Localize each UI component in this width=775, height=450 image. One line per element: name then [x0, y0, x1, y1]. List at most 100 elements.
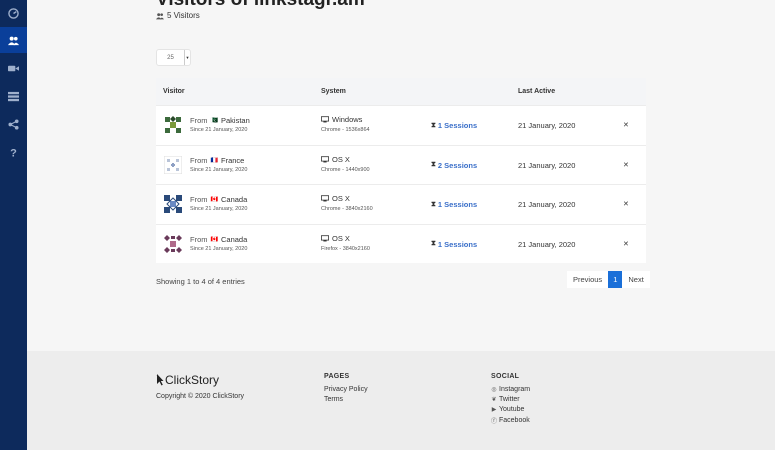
- visitors-count-label: 5 Visitors: [167, 11, 200, 20]
- pagination: Previous 1 Next: [567, 271, 650, 288]
- country-label: Canada: [220, 234, 248, 244]
- sidebar-item-recordings[interactable]: [0, 55, 27, 81]
- from-label: From: [190, 116, 208, 125]
- footer-link-terms[interactable]: Terms: [324, 396, 343, 403]
- brand-logo[interactable]: ClickStory: [156, 373, 219, 387]
- avatar: [164, 234, 182, 253]
- hourglass-icon: ⧗: [431, 240, 436, 247]
- cursor-icon: [156, 374, 164, 386]
- os-label: OS X: [332, 194, 350, 203]
- avatar: [164, 116, 182, 134]
- os-label: OS X: [332, 233, 350, 243]
- page-length-select[interactable]: 25 ▼: [156, 49, 191, 66]
- visitors-count: 5 Visitors: [156, 11, 200, 20]
- users-icon: [156, 12, 164, 19]
- monitor-icon: [321, 234, 329, 241]
- os-label: Windows: [332, 115, 363, 124]
- browser-resolution: Firefox - 3840x2160: [321, 245, 370, 252]
- hourglass-icon: ⧗: [431, 161, 436, 168]
- footer-link-label: Twitter: [499, 396, 520, 403]
- footer-link-privacy-policy[interactable]: Privacy Policy: [324, 386, 368, 393]
- list-icon: [8, 91, 19, 101]
- sessions-link[interactable]: ⧗ 1 Sessions: [431, 200, 477, 209]
- footer-link-label: Instagram: [499, 386, 531, 393]
- svg-text:?: ?: [10, 147, 17, 157]
- sidebar-item-dashboard[interactable]: [0, 0, 27, 26]
- help-icon: ?: [10, 147, 17, 157]
- pagination-previous[interactable]: Previous: [567, 271, 609, 288]
- country-label: Pakistan: [220, 116, 250, 125]
- footer-pages-heading: PAGES: [324, 373, 350, 380]
- video-icon: [8, 65, 19, 71]
- page-title: Visitors of linkstagr.am: [156, 0, 365, 11]
- since-date: Since 21 January, 2020: [190, 127, 248, 133]
- pagination-page[interactable]: 1: [608, 271, 623, 288]
- monitor-icon: [321, 195, 329, 202]
- hourglass-icon: ⧗: [431, 121, 436, 129]
- avatar: [164, 195, 182, 213]
- close-icon[interactable]: ✕: [623, 121, 629, 129]
- footer-link-twitter[interactable]: ❦ Twitter: [491, 396, 520, 403]
- facebook-icon: ⓕ: [491, 419, 498, 425]
- last-active-date: 21 January, 2020: [518, 121, 576, 130]
- column-header-visitor[interactable]: Visitor: [163, 88, 185, 95]
- visitors-table: Visitor System Last Active From 🇵🇰 Pakis…: [156, 78, 646, 263]
- browser-resolution: Chrome - 3840x2160: [321, 206, 373, 212]
- close-icon[interactable]: ✕: [623, 200, 629, 208]
- from-label: From: [190, 195, 208, 204]
- sessions-label: 1 Sessions: [437, 121, 478, 130]
- since-date: Since 21 January, 2020: [190, 166, 248, 173]
- flag-icon: 🇨🇦: [210, 236, 218, 243]
- table-row: From 🇵🇰 Pakistan Since 21 January, 2020 …: [156, 105, 646, 145]
- column-header-last-active[interactable]: Last Active: [518, 88, 555, 95]
- share-icon: [8, 118, 19, 130]
- sidebar-item-visitors[interactable]: [0, 27, 27, 53]
- browser-resolution: Chrome - 1440x900: [321, 166, 370, 173]
- table-info: Showing 1 to 4 of 4 entries: [156, 277, 245, 286]
- last-active-date: 21 January, 2020: [518, 200, 576, 209]
- sessions-link[interactable]: ⧗ 2 Sessions: [431, 161, 477, 170]
- since-date: Since 21 January, 2020: [190, 206, 248, 212]
- os-label: OS X: [332, 154, 350, 164]
- footer-link-youtube[interactable]: ▶ Youtube: [491, 406, 525, 413]
- since-date: Since 21 January, 2020: [190, 245, 248, 252]
- sessions-label: 1 Sessions: [437, 200, 478, 209]
- from-label: From: [190, 234, 208, 244]
- instagram-icon: ◎: [491, 387, 497, 393]
- footer-link-facebook[interactable]: ⓕ Facebook: [491, 416, 530, 425]
- sidebar-item-help[interactable]: ?: [0, 139, 27, 165]
- last-active-date: 21 January, 2020: [518, 239, 576, 249]
- country-label: Canada: [220, 195, 248, 204]
- sessions-link[interactable]: ⧗ 1 Sessions: [431, 121, 477, 130]
- footer-social-heading: SOCIAL: [491, 373, 520, 380]
- table-row: From 🇨🇦 Canada Since 21 January, 2020 OS…: [156, 184, 646, 224]
- flag-icon: 🇵🇰: [210, 118, 218, 124]
- sessions-label: 1 Sessions: [437, 239, 478, 249]
- table-header: Visitor System Last Active: [156, 78, 646, 105]
- brand-name: ClickStory: [165, 373, 220, 387]
- sidebar-item-list[interactable]: [0, 83, 27, 109]
- sidebar: ?: [0, 0, 27, 450]
- footer-link-instagram[interactable]: ◎ Instagram: [491, 386, 530, 393]
- footer-link-label: Facebook: [499, 417, 530, 424]
- monitor-icon: [321, 116, 329, 123]
- hourglass-icon: ⧗: [431, 200, 436, 208]
- users-icon: [8, 36, 19, 45]
- twitter-icon: ❦: [491, 397, 497, 403]
- monitor-icon: [321, 155, 329, 162]
- sessions-label: 2 Sessions: [437, 160, 478, 170]
- youtube-icon: ▶: [491, 407, 497, 413]
- column-header-system[interactable]: System: [321, 88, 346, 95]
- close-icon[interactable]: ✕: [623, 240, 629, 248]
- site-footer: [27, 351, 775, 450]
- chevron-down-icon: ▼: [184, 50, 190, 65]
- copyright: Copyright © 2020 ClickStory: [156, 393, 245, 400]
- sessions-link[interactable]: ⧗ 1 Sessions: [431, 240, 477, 249]
- table-row: From 🇫🇷 France Since 21 January, 2020 OS…: [156, 144, 646, 185]
- pagination-next[interactable]: Next: [622, 271, 650, 288]
- close-icon[interactable]: ✕: [623, 161, 629, 169]
- avatar: [164, 155, 182, 174]
- sidebar-item-share[interactable]: [0, 111, 27, 137]
- dashboard-icon: [8, 7, 19, 19]
- table-row: From 🇨🇦 Canada Since 21 January, 2020 OS…: [156, 223, 646, 264]
